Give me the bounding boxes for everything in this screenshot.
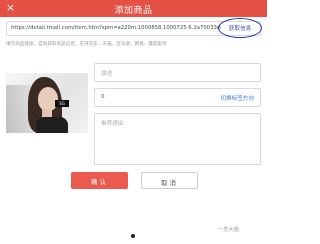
url-hint-text: 填写商品链接，自动获取商品信息，支持京东、天猫、亚马逊、网易、蘑菇街等 bbox=[6, 42, 167, 47]
tag-value: 0 bbox=[101, 94, 105, 100]
add-product-dialog: × 添加商品 https://detail.tmall.com/item.htm… bbox=[0, 0, 267, 244]
tag-field[interactable]: 0 切换标签方向 bbox=[94, 88, 261, 107]
watermark-text: 一念大猫 bbox=[218, 227, 239, 233]
dialog-title: 添加商品 bbox=[114, 6, 153, 16]
fetch-info-button[interactable]: 获取信息 bbox=[218, 18, 262, 38]
page-indicator-dot bbox=[131, 234, 135, 238]
dialog-header: × 添加商品 bbox=[0, 0, 267, 17]
product-image: SG bbox=[6, 73, 88, 133]
recommend-reason-placeholder: 推荐理由 bbox=[101, 121, 124, 127]
recommend-reason-field[interactable]: 推荐理由 bbox=[94, 113, 261, 165]
switch-tag-direction-link[interactable]: 切换标签方向 bbox=[220, 94, 254, 102]
confirm-label: 确认 bbox=[91, 178, 108, 186]
cancel-button[interactable]: 取消 bbox=[141, 172, 198, 189]
product-url-value: https://detail.tmall.com/item.htm?spm=a2… bbox=[11, 25, 221, 31]
fetch-info-label: 获取信息 bbox=[228, 26, 252, 32]
confirm-button[interactable]: 确认 bbox=[71, 172, 128, 189]
description-placeholder: 描述 bbox=[101, 71, 113, 77]
description-field[interactable]: 描述 bbox=[94, 63, 261, 82]
image-badge: SG bbox=[55, 100, 69, 107]
cancel-label: 取消 bbox=[161, 179, 178, 187]
